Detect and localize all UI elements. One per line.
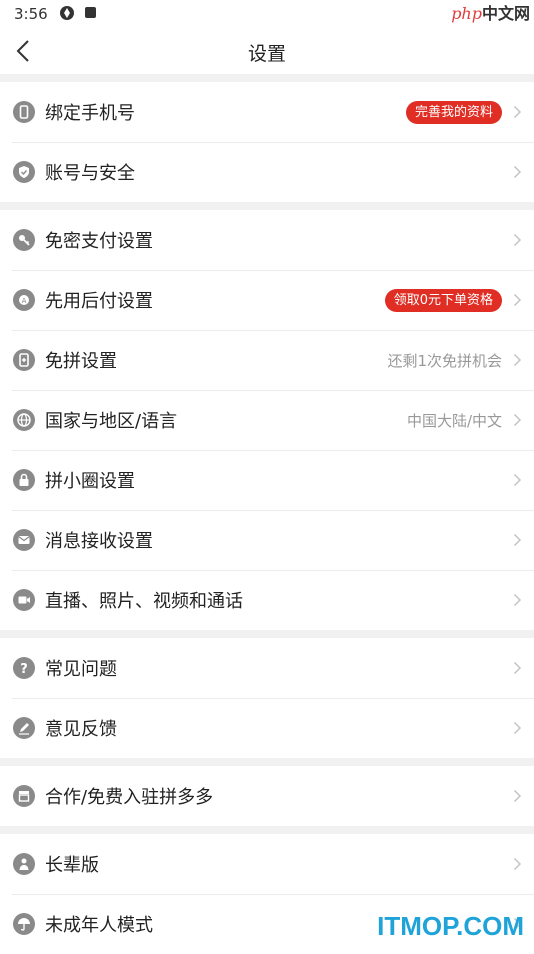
promo-badge[interactable]: 完善我的资料 [405,101,502,124]
edit-icon [13,717,35,739]
chevron-right-icon [513,593,522,607]
status-bar: 3:56 php中文网 [0,0,534,28]
chevron-right-icon [513,533,522,547]
card-icon [13,349,35,371]
svg-text:A: A [22,297,27,305]
chevron-right-icon [513,661,522,675]
section-divider [0,202,534,210]
chevron-right-icon [513,233,522,247]
settings-row[interactable]: 账号与安全 [0,142,534,202]
settings-row-label: 常见问题 [45,659,117,680]
phone-icon [13,101,35,123]
settings-row-label: 免密支付设置 [45,231,153,252]
settings-row-label: 免拼设置 [45,351,117,372]
chevron-right-icon [513,105,522,119]
settings-row-label: 绑定手机号 [45,103,135,124]
settings-row[interactable]: 合作/免费入驻拼多多 [0,766,534,826]
section-divider [0,826,534,834]
umbrella-icon [13,913,35,935]
promo-badge[interactable]: 领取0元下单资格 [384,289,502,312]
settings-row-label: 先用后付设置 [45,291,153,312]
settings-row[interactable]: 免密支付设置 [0,210,534,270]
settings-row-value: 还剩1次免拼机会 [387,352,502,370]
chevron-right-icon [513,789,522,803]
svg-text:?: ? [20,662,28,677]
chevron-right-icon [513,353,522,367]
settings-row[interactable]: 消息接收设置 [0,510,534,570]
settings-row-label: 未成年人模式 [45,915,153,936]
settings-row[interactable]: 免拼设置 还剩1次免拼机会 [0,330,534,390]
question-icon: ? [13,657,35,679]
settings-row-label: 消息接收设置 [45,531,153,552]
settings-row-label: 长辈版 [45,855,99,876]
status-time: 3:56 [14,5,48,23]
settings-row-label: 直播、照片、视频和通话 [45,591,243,612]
chevron-right-icon [513,165,522,179]
settings-row[interactable]: 直播、照片、视频和通话 [0,570,534,630]
page-title: 设置 [247,43,286,65]
settings-row[interactable]: 意见反馈 [0,698,534,758]
footer-watermark: ITMOP.COM [377,911,524,941]
settings-row-label: 国家与地区/语言 [45,411,178,432]
app-icon [85,7,96,18]
section-divider [0,74,534,82]
notification-icon [60,6,74,20]
settings-list: 绑定手机号 完善我的资料账号与安全免密支付设置 A 先用后付设置 领取0元下单资格免拼设… [0,74,534,954]
lock-icon [13,469,35,491]
settings-row[interactable]: 拼小圈设置 [0,450,534,510]
store-icon [13,785,35,807]
header: 设置 [0,28,534,74]
globe-icon [13,409,35,431]
key-icon [13,229,35,251]
settings-row-label: 拼小圈设置 [45,471,135,492]
settings-row[interactable]: 国家与地区/语言 中国大陆/中文 [0,390,534,450]
settings-row[interactable]: ? 常见问题 [0,638,534,698]
watermark: php中文网 [451,4,530,23]
settings-row[interactable]: 绑定手机号 完善我的资料 [0,82,534,142]
settings-row[interactable]: A 先用后付设置 领取0元下单资格 [0,270,534,330]
mail-icon [13,529,35,551]
chevron-right-icon [513,293,522,307]
chevron-right-icon [513,721,522,735]
settings-row-value: 中国大陆/中文 [406,412,502,430]
section-divider [0,758,534,766]
chevron-right-icon [513,857,522,871]
settings-row[interactable]: 长辈版 [0,834,534,894]
elder-icon [13,853,35,875]
settings-row-label: 账号与安全 [45,163,135,184]
chevron-right-icon [513,473,522,487]
settings-row-label: 意见反馈 [45,719,117,740]
settings-row-label: 合作/免费入驻拼多多 [45,787,214,808]
chevron-right-icon [513,413,522,427]
shield-icon [13,161,35,183]
video-icon [13,589,35,611]
badge-icon: A [13,289,35,311]
section-divider [0,630,534,638]
